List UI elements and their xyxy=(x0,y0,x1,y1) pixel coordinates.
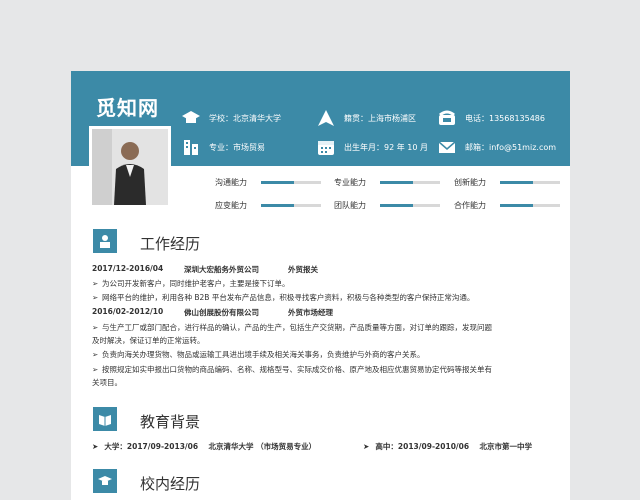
education-section-icon xyxy=(93,407,117,431)
info-school: 学校：北京清华大学 xyxy=(181,107,281,129)
skill-bar-fill xyxy=(261,180,294,184)
skill-bar-fill xyxy=(500,180,533,184)
work-title: 工作经历 xyxy=(140,235,201,253)
job-2-role: 外贸市场经理 xyxy=(288,308,333,317)
skill-1: 沟通能力 xyxy=(215,176,321,188)
info-phone: 电话：13568135486 xyxy=(437,107,545,129)
book-icon xyxy=(99,415,111,426)
info-email-text: 邮箱：info@51miz.com xyxy=(465,142,557,152)
skill-label: 合作能力 xyxy=(454,200,486,210)
skill-2: 专业能力 xyxy=(334,176,440,188)
skill-5: 团队能力 xyxy=(334,199,440,211)
person-icon xyxy=(92,129,168,205)
job-1-role: 外贸报关 xyxy=(288,265,318,274)
brand-title: 觅知网 xyxy=(96,96,159,120)
job-2-bullet-2: ➢ 负责向海关办理货物、物品或运输工具进出境手续及相关海关事务，负责维护与外商的客… xyxy=(92,350,425,359)
skill-label: 专业能力 xyxy=(334,177,366,187)
resume-sheet: 觅知网 学校：北京清华大学 籍贯：上海市杨浦区 电话：13568135486 专… xyxy=(71,71,570,500)
skill-bar xyxy=(261,180,321,184)
info-school-text: 学校：北京清华大学 xyxy=(209,113,281,123)
job-1-bullet-1: ➢ 为公司开发新客户，同时维护老客户，主要是接下订单。 xyxy=(92,279,290,288)
info-origin: 籍贯：上海市杨浦区 xyxy=(316,107,416,129)
info-origin-text: 籍贯：上海市杨浦区 xyxy=(344,113,416,123)
info-email: 邮箱：info@51miz.com xyxy=(437,136,556,158)
calendar-icon xyxy=(316,137,336,157)
skill-bar xyxy=(500,180,560,184)
mail-icon xyxy=(437,137,457,157)
job-2-date: 2016/02-2012/10 xyxy=(92,307,164,316)
education-item-1: ➤ 大学：2017/09-2013/06 北京清华大学 （市场贸易专业） xyxy=(92,442,317,451)
building-icon xyxy=(181,137,201,157)
graduation-cap-icon xyxy=(181,108,201,128)
skill-bar xyxy=(380,180,440,184)
info-birth: 出生年月：92 年 10 月 xyxy=(316,136,428,158)
job-1-company: 深圳大宏船务外贸公司 xyxy=(184,265,259,274)
campus-title: 校内经历 xyxy=(140,475,201,493)
skill-label: 沟通能力 xyxy=(215,177,247,187)
skill-bar xyxy=(500,203,560,207)
graduation-cap-icon xyxy=(98,476,112,485)
skill-bar xyxy=(261,203,321,207)
skill-bar-fill xyxy=(380,180,413,184)
skill-bar-fill xyxy=(380,203,413,207)
skill-4: 应变能力 xyxy=(215,199,321,211)
job-2-bullet-1: ➢ 与生产工厂或部门配合，进行样品的确认，产品的生产，包括生产交货期，产品质量等方… xyxy=(92,323,492,345)
skill-bar-fill xyxy=(261,203,294,207)
skill-bar-fill xyxy=(500,203,533,207)
skill-6: 合作能力 xyxy=(454,199,560,211)
phone-icon xyxy=(437,108,457,128)
education-title: 教育背景 xyxy=(140,413,201,431)
education-item-2: ➤ 高中：2013/09-2010/06 北京市第一中学 xyxy=(363,442,532,451)
profile-photo xyxy=(89,126,171,208)
info-major: 专业：市场贸易 xyxy=(181,136,265,158)
info-birth-text: 出生年月：92 年 10 月 xyxy=(344,142,428,152)
job-2-company: 佛山创展股份有限公司 xyxy=(184,308,259,317)
job-1-date: 2017/12-2016/04 xyxy=(92,264,164,273)
location-arrow-icon xyxy=(316,108,336,128)
info-phone-text: 电话：13568135486 xyxy=(465,113,545,123)
job-2-bullet-3: ➢ 按照规定如实申报出口货物的商品编码、名称、规格型号、实际成交价格、原产地及相应… xyxy=(92,365,492,387)
skill-bar xyxy=(380,203,440,207)
work-section-icon xyxy=(93,229,117,253)
skill-3: 创新能力 xyxy=(454,176,560,188)
skill-label: 创新能力 xyxy=(454,177,486,187)
job-1-bullet-2: ➢ 网络平台的维护，利用各种 B2B 平台发布产品信息，积极寻找客户资料，积极与各… xyxy=(92,293,475,302)
campus-section-icon xyxy=(93,469,117,493)
info-major-text: 专业：市场贸易 xyxy=(209,142,265,152)
skill-label: 应变能力 xyxy=(215,200,247,210)
skill-label: 团队能力 xyxy=(334,200,366,210)
